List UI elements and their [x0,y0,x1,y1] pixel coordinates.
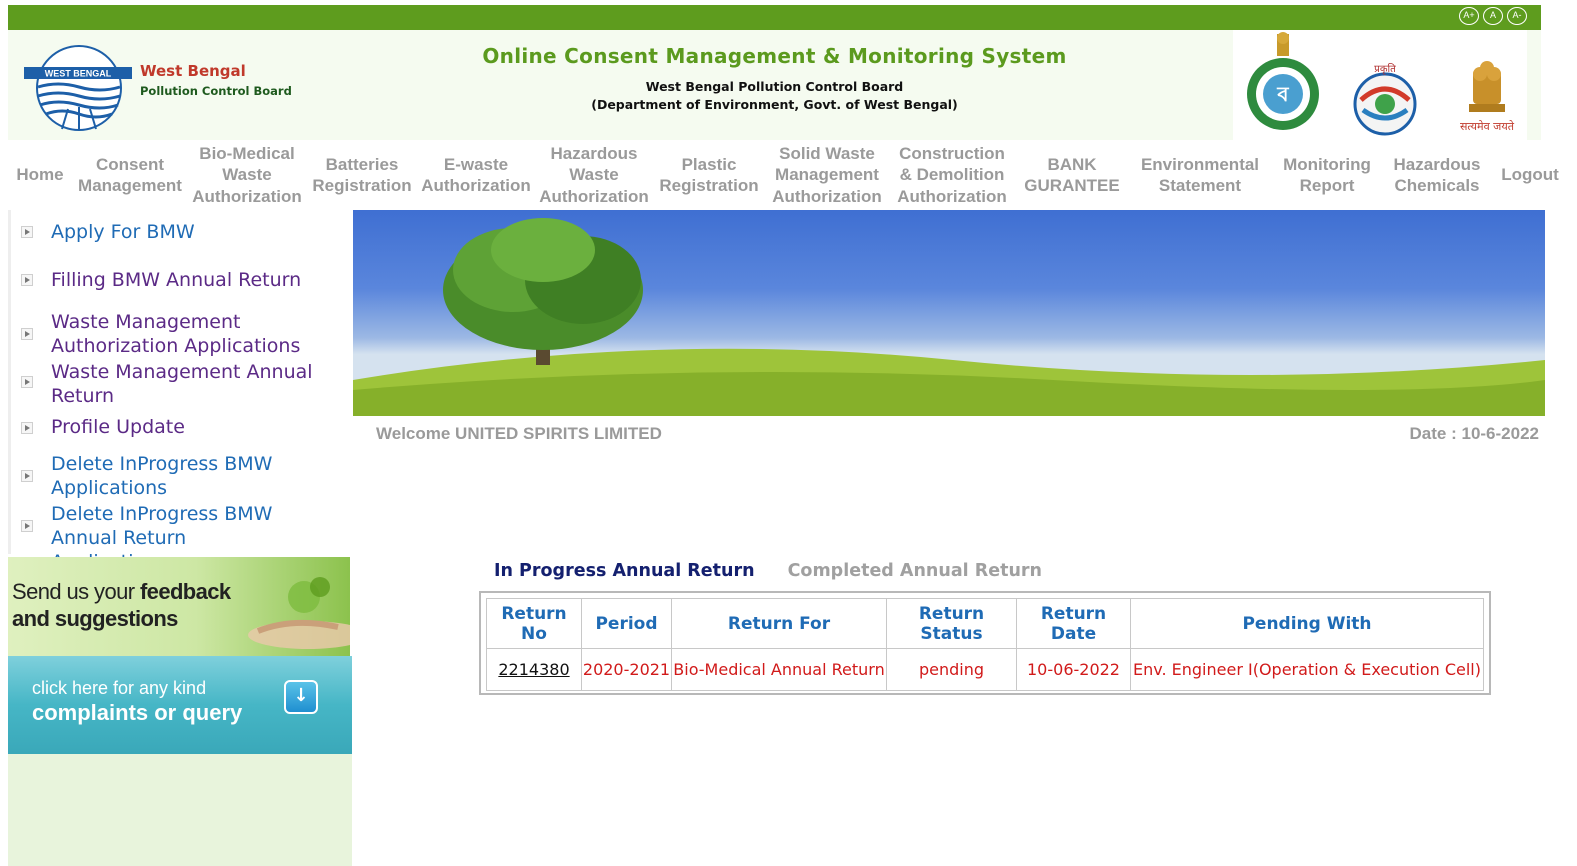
nav-hazardous-chemicals[interactable]: Hazardous Chemicals [1384,154,1490,197]
col-period: Period [581,598,672,649]
font-decrease-button[interactable]: A- [1507,7,1527,25]
tab-in-progress-annual-return[interactable]: In Progress Annual Return [494,561,755,581]
nav-bio-medical-waste[interactable]: Bio-Medical Waste Authorization [188,143,306,208]
welcome-text: Welcome UNITED SPIRITS LIMITED [376,424,662,443]
nav-hazardous-waste[interactable]: Hazardous Waste Authorization [534,143,654,208]
table-row: 2214380 2020-2021 Bio-Medical Annual Ret… [486,648,1484,691]
sidebar-item-waste-management-authorization[interactable]: Waste Management Authorization Applicati… [8,308,352,357]
national-emblem-icon: सत्यमेव जयते [1460,61,1515,133]
nav-home[interactable]: Home [8,164,72,186]
current-date: Date : 10-6-2022 [1409,424,1539,443]
down-arrow-icon[interactable]: ↓ [284,680,318,714]
sidebar-menu: Apply For BMW Filling BMW Annual Return … [8,210,352,573]
feedback-banner[interactable]: Send us your feedback and suggestions [8,557,350,656]
feedback-line1: Send us your feedback [12,579,231,605]
sidebar-item-label: Delete InProgress BMW Applications [51,453,273,499]
sidebar-item-delete-inprogress-bmw[interactable]: Delete InProgress BMW Applications [8,450,352,502]
sidebar-item-waste-management-annual-return[interactable]: Waste Management Annual Return [8,356,352,407]
feedback-line1-text: Send us your [12,579,135,604]
nav-bank-gurantee[interactable]: BANK GURANTEE [1014,154,1130,197]
emblem-motto: सत्यमेव जयते [1460,120,1515,133]
complaint-banner[interactable]: click here for any kind complaints or qu… [8,656,352,754]
svg-text:प्रकृति: प्रकृति [1374,63,1396,75]
nav-plastic-registration[interactable]: Plastic Registration [654,154,764,197]
complaint-line2: complaints or query [32,700,243,725]
arrow-right-icon [21,470,33,482]
page: A+ A A- WEST BENGAL West Bengal Pollutio… [0,0,1577,866]
arrow-right-icon [21,376,33,388]
emblems: ব प्रकृति सत्यमेव जयते [1233,30,1527,140]
arrow-right-icon [21,274,33,286]
nav-construction-demolition[interactable]: Construction & Demolition Authorization [890,143,1014,208]
nav-monitoring-report[interactable]: Monitoring Report [1270,154,1384,197]
col-return-status: Return Status [886,598,1017,649]
arrow-right-icon [21,520,33,532]
font-normal-button[interactable]: A [1483,7,1503,25]
sidebar-item-filling-bmw-annual-return[interactable]: Filling BMW Annual Return [8,210,352,308]
west-bengal-emblem-icon: ব [1247,32,1319,130]
site-header: WEST BENGAL West Bengal Pollution Contro… [8,30,1541,140]
return-no-link[interactable]: 2214380 [498,660,569,679]
cell-pending-with: Env. Engineer I(Operation & Execution Ce… [1130,648,1484,691]
hero-banner [353,210,1545,416]
main-nav: Home Consent Management Bio-Medical Wast… [8,140,1577,210]
sidebar-item-profile-update[interactable]: Profile Update [8,406,352,450]
feedback-line2: and suggestions [12,606,178,631]
nav-environmental-statement[interactable]: Environmental Statement [1130,154,1270,197]
nav-solid-waste-management[interactable]: Solid Waste Management Authorization [764,143,890,208]
ministry-logo-icon: प्रकृति [1353,63,1417,136]
col-return-no: Return No [486,598,582,649]
tab-completed-annual-return[interactable]: Completed Annual Return [788,561,1042,581]
complaint-line1: click here for any kind [32,678,207,698]
cell-return-for: Bio-Medical Annual Return [671,648,887,691]
nav-consent-management[interactable]: Consent Management [72,154,188,197]
col-return-date: Return Date [1016,598,1131,649]
arrow-right-icon [21,422,33,434]
sidebar-item-label: Waste Management Authorization Applicati… [51,311,301,357]
nav-logout[interactable]: Logout [1490,164,1570,186]
nav-e-waste[interactable]: E-waste Authorization [418,154,534,197]
col-return-for: Return For [671,598,887,649]
tree-landscape-icon [353,218,1545,416]
annual-return-table-container: Return No Period Return For Return Statu… [479,591,1491,695]
arrow-right-icon [21,328,33,340]
nav-batteries-registration[interactable]: Batteries Registration [306,154,418,197]
font-size-controls: A+ A A- [1459,7,1527,25]
cell-return-no: 2214380 [486,648,582,691]
annual-return-tabs: In Progress Annual Return Completed Annu… [494,561,1042,581]
col-pending-with: Pending With [1130,598,1484,649]
hands-plant-icon [248,577,350,649]
cell-status: pending [886,648,1017,691]
sidebar-filler [8,754,352,866]
table-header-row: Return No Period Return For Return Statu… [486,598,1484,649]
feedback-line1-bold: feedback [139,579,231,604]
font-increase-button[interactable]: A+ [1459,7,1479,25]
sidebar-item-label: Profile Update [51,416,185,438]
cell-return-date: 10-06-2022 [1016,648,1131,691]
sidebar-item-label: Filling BMW Annual Return [51,269,302,291]
svg-text:ব: ব [1276,82,1289,106]
sidebar-item-delete-inprogress-annual-return[interactable]: Delete InProgress BMW Annual Return Appl… [8,502,352,573]
cell-period: 2020-2021 [581,648,672,691]
annual-return-table: Return No Period Return For Return Statu… [486,598,1484,691]
sidebar-item-label: Waste Management Annual Return [51,361,313,407]
top-strip: A+ A A- [8,5,1541,30]
